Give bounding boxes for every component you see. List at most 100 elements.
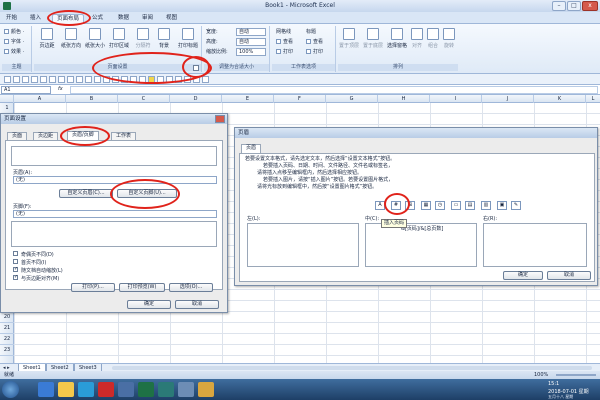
column-header[interactable]: J: [482, 95, 534, 103]
insert-picture-icon[interactable]: ▣: [497, 201, 507, 210]
margins-button[interactable]: 页边距: [36, 28, 58, 49]
background-button[interactable]: 背景: [154, 28, 174, 49]
format-painter-icon[interactable]: [85, 76, 92, 83]
selection-pane-button[interactable]: 选择窗格: [386, 28, 408, 49]
insert-time-icon[interactable]: ◷: [435, 201, 445, 210]
horizontal-scrollbar[interactable]: [112, 366, 592, 370]
scale-with-doc-checkbox[interactable]: ✓: [13, 267, 18, 272]
header-cancel-button[interactable]: 取消: [547, 271, 591, 280]
tab-formulas[interactable]: 公式: [92, 14, 103, 24]
column-header[interactable]: L: [586, 95, 600, 103]
app-icon[interactable]: [158, 382, 174, 397]
column-header[interactable]: B: [66, 95, 118, 103]
zoom-level[interactable]: 100%: [534, 371, 548, 379]
right-section-input[interactable]: [483, 223, 587, 267]
column-header[interactable]: D: [170, 95, 222, 103]
tab-insert[interactable]: 插入: [30, 14, 41, 24]
headings-view-check[interactable]: 查看: [306, 38, 323, 46]
insert-path-icon[interactable]: ▭: [451, 201, 461, 210]
fx-label[interactable]: fx: [58, 86, 63, 92]
save-icon[interactable]: [4, 76, 11, 83]
align-button[interactable]: 对齐: [410, 28, 424, 49]
gridlines-print-check[interactable]: 打印: [276, 48, 293, 56]
tab-sheet[interactable]: 工作表: [111, 132, 137, 140]
maximize-button[interactable]: □: [567, 1, 581, 11]
print-icon[interactable]: [31, 76, 38, 83]
breaks-button[interactable]: 分隔符: [132, 28, 154, 49]
width-select[interactable]: 自动: [236, 28, 266, 36]
dialog-close-icon[interactable]: [215, 115, 225, 123]
column-header[interactable]: H: [378, 95, 430, 103]
name-box[interactable]: A1: [1, 86, 51, 94]
app-icon[interactable]: [98, 382, 114, 397]
copy-icon[interactable]: [67, 76, 74, 83]
column-header[interactable]: K: [534, 95, 586, 103]
header-ok-button[interactable]: 确定: [503, 271, 543, 280]
group-button[interactable]: 组合: [426, 28, 440, 49]
first-page-checkbox[interactable]: [13, 259, 18, 264]
headings-print-check[interactable]: 打印: [306, 48, 323, 56]
align-margins-checkbox[interactable]: ✓: [13, 275, 18, 280]
tab-margins[interactable]: 页边距: [33, 132, 59, 140]
options-button[interactable]: 选项(O)...: [169, 283, 213, 292]
footer-select[interactable]: (无): [13, 210, 217, 218]
insert-filename-icon[interactable]: ▤: [465, 201, 475, 210]
preview-icon[interactable]: [40, 76, 47, 83]
minimize-button[interactable]: –: [552, 1, 566, 11]
format-picture-icon[interactable]: ✎: [511, 201, 521, 210]
column-header[interactable]: F: [274, 95, 326, 103]
redo-icon[interactable]: [22, 76, 29, 83]
cancel-button[interactable]: 取消: [175, 300, 219, 309]
row-header[interactable]: 23: [0, 345, 14, 356]
header-subtab[interactable]: 页眉: [241, 144, 262, 153]
custom-header-button[interactable]: 自定义页眉(C)...: [59, 189, 113, 198]
column-header[interactable]: G: [326, 95, 378, 103]
send-back-button[interactable]: 置于底层: [362, 28, 384, 49]
sort-asc-icon[interactable]: [94, 76, 101, 83]
row-header[interactable]: 22: [0, 334, 14, 345]
theme-colors[interactable]: 颜色 ·: [4, 28, 24, 36]
paste-icon[interactable]: [76, 76, 83, 83]
orientation-button[interactable]: 纸张方向: [60, 28, 82, 49]
row-header[interactable]: 20: [0, 312, 14, 323]
folder-icon[interactable]: [58, 382, 74, 397]
clock-time[interactable]: 15:1: [548, 381, 559, 387]
app-icon[interactable]: [198, 382, 214, 397]
print-button[interactable]: 打印(P)...: [71, 283, 115, 292]
theme-fonts[interactable]: 字体 ·: [4, 38, 24, 46]
customize-icon[interactable]: [202, 76, 209, 83]
odd-even-checkbox[interactable]: [13, 251, 18, 256]
insert-date-icon[interactable]: ▦: [421, 201, 431, 210]
bring-front-button[interactable]: 置于顶层: [338, 28, 360, 49]
tab-review[interactable]: 审阅: [142, 14, 153, 24]
column-header[interactable]: C: [118, 95, 170, 103]
print-preview-button[interactable]: 打印预览(W): [119, 283, 165, 292]
column-header[interactable]: E: [222, 95, 274, 103]
app-icon[interactable]: [178, 382, 194, 397]
ok-button[interactable]: 确定: [127, 300, 171, 309]
tab-home[interactable]: 开始: [6, 14, 17, 24]
theme-effects[interactable]: 效果 ·: [4, 48, 24, 56]
cut-icon[interactable]: [58, 76, 65, 83]
tab-page[interactable]: 页面: [7, 132, 28, 140]
column-header[interactable]: I: [430, 95, 482, 103]
tab-data[interactable]: 数据: [118, 14, 129, 24]
formula-input[interactable]: [70, 86, 598, 94]
left-section-input[interactable]: [247, 223, 359, 267]
excel-icon[interactable]: [138, 382, 154, 397]
undo-icon[interactable]: [13, 76, 20, 83]
size-button[interactable]: 纸张大小: [84, 28, 106, 49]
select-all-corner[interactable]: [0, 95, 14, 103]
media-icon[interactable]: [78, 382, 94, 397]
close-button[interactable]: x: [582, 1, 598, 11]
zoom-slider[interactable]: [556, 374, 596, 376]
scale-input[interactable]: 100%: [236, 48, 266, 56]
gridlines-view-check[interactable]: 查看: [276, 38, 293, 46]
height-select[interactable]: 自动: [236, 38, 266, 46]
app-icon[interactable]: [118, 382, 134, 397]
rotate-button[interactable]: 旋转: [442, 28, 456, 49]
tab-view[interactable]: 视图: [166, 14, 177, 24]
column-header[interactable]: A: [14, 95, 66, 103]
spell-icon[interactable]: [49, 76, 56, 83]
header-select[interactable]: (无): [13, 176, 217, 184]
